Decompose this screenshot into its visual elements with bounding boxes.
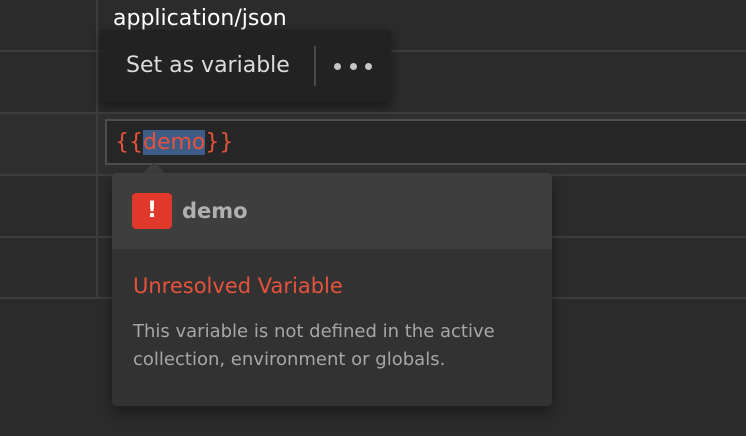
dot-icon: [365, 62, 372, 70]
tooltip-title: Unresolved Variable: [133, 274, 343, 298]
tooltip-description: This variable is not defined in the acti…: [133, 321, 495, 370]
table-column-divider: [96, 0, 98, 298]
tooltip-variable-name: demo: [182, 199, 248, 223]
variable-tooltip: ! demo Unresolved Variable This variable…: [112, 173, 552, 406]
request-editor: application/json {{demo}} Set as variabl…: [0, 0, 746, 436]
header-value-input[interactable]: {{demo}}: [105, 119, 746, 165]
tooltip-header: ! demo: [112, 173, 552, 249]
tooltip-caret: [143, 162, 165, 173]
selected-variable-text: demo: [143, 130, 206, 155]
table-row-divider: [0, 112, 746, 114]
set-as-variable-button[interactable]: Set as variable: [126, 50, 290, 82]
variable-suffix: }}: [205, 130, 234, 155]
selection-context-menu: Set as variable: [100, 30, 391, 102]
input-text: {{demo}}: [115, 128, 233, 158]
variable-prefix: {{: [115, 130, 143, 155]
more-options-button[interactable]: [334, 50, 372, 82]
dot-icon: [334, 62, 341, 70]
error-icon: !: [132, 193, 172, 229]
dot-icon: [349, 62, 357, 70]
menu-divider: [314, 46, 316, 86]
